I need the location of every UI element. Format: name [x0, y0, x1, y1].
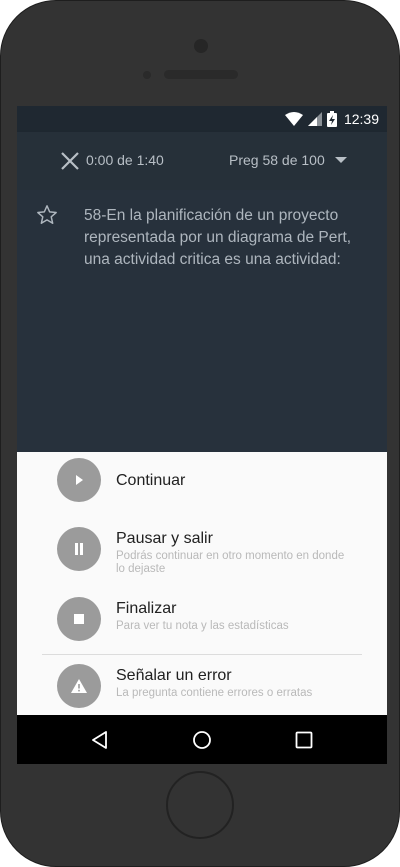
hardware-home-button[interactable] [166, 771, 234, 839]
recents-icon [295, 731, 313, 749]
options-sheet: Continuar Pausar y salir Podrás continua… [17, 452, 387, 715]
report-error-label: Señalar un error [116, 667, 232, 684]
home-icon [193, 731, 211, 749]
earpiece-speaker [164, 70, 238, 79]
pause-exit-menu-item[interactable]: Pausar y salir Podrás continuar en otro … [17, 517, 387, 587]
pause-exit-label: Pausar y salir [116, 530, 213, 547]
proximity-sensor [143, 71, 151, 79]
back-icon [92, 731, 107, 749]
continue-label: Continuar [116, 472, 186, 489]
finish-sublabel: Para ver tu nota y las estadísticas [116, 620, 289, 632]
favorite-button[interactable] [36, 204, 58, 226]
wifi-icon [284, 112, 303, 126]
dropdown-arrow-icon [334, 156, 347, 163]
recents-button[interactable] [292, 728, 316, 752]
star-outline-icon [37, 205, 57, 224]
warning-icon [71, 679, 87, 693]
close-button[interactable] [59, 150, 81, 172]
phone-frame: 12:39 0:00 de 1:40 Preg 58 de 100 58-En … [0, 0, 400, 867]
pause-icon [75, 543, 83, 555]
report-error-menu-item[interactable]: Señalar un error La pregunta contiene er… [17, 660, 387, 715]
navigation-bar [17, 715, 387, 764]
stop-icon-circle [57, 597, 101, 641]
back-button[interactable] [88, 728, 112, 752]
question-selector-label: Preg 58 de 100 [229, 152, 325, 168]
battery-charging-icon [326, 111, 337, 127]
timer: 0:00 de 1:40 [86, 152, 164, 168]
question-text: 58-En la planificación de un proyecto re… [84, 207, 352, 268]
continue-icon-circle [57, 458, 101, 502]
play-icon [76, 475, 83, 485]
menu-divider [42, 654, 362, 655]
home-nav-button[interactable] [190, 728, 214, 752]
finish-label: Finalizar [116, 600, 177, 617]
continue-menu-item[interactable]: Continuar [17, 452, 387, 512]
stop-icon [74, 614, 84, 624]
status-bar: 12:39 [17, 106, 387, 132]
status-icons: 12:39 [284, 110, 379, 128]
pause-exit-sublabel: Podrás continuar en otro momento en dond… [116, 550, 345, 575]
front-camera [194, 39, 208, 53]
finish-menu-item[interactable]: Finalizar Para ver tu nota y las estadís… [17, 592, 387, 650]
screen: 12:39 0:00 de 1:40 Preg 58 de 100 58-En … [17, 106, 387, 764]
clock: 12:39 [343, 111, 379, 127]
app-bar: 0:00 de 1:40 Preg 58 de 100 [17, 132, 387, 190]
warning-icon-circle [57, 664, 101, 708]
question-selector[interactable]: Preg 58 de 100 [229, 152, 347, 168]
signal-icon [307, 112, 322, 126]
question-area: 58-En la planificación de un proyecto re… [17, 190, 387, 452]
close-icon [61, 152, 79, 170]
report-error-sublabel: La pregunta contiene errores o erratas [116, 687, 313, 699]
pause-icon-circle [57, 527, 101, 571]
